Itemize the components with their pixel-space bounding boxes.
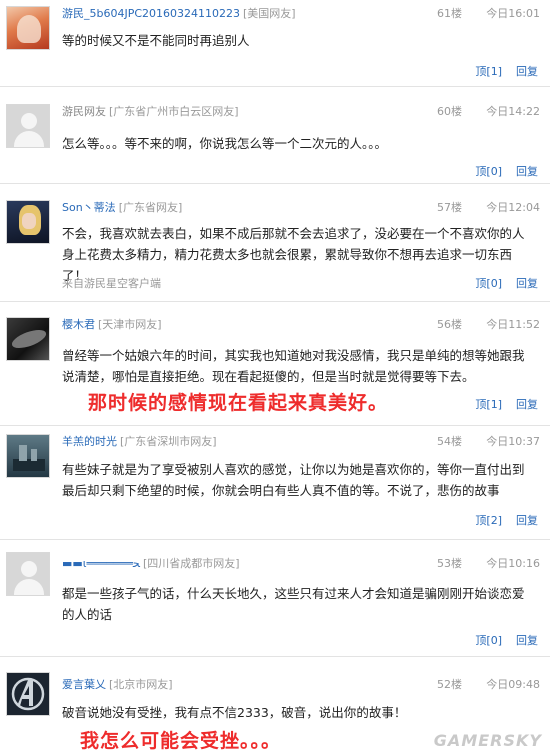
comment-actions: 顶[1] 回复 bbox=[461, 63, 538, 79]
comment-text: 有些妹子就是为了享受被别人喜欢的感觉，让你以为她是喜欢你的，等你一直付出到最后却… bbox=[62, 462, 525, 498]
comment-time: 今日11:52 bbox=[486, 318, 540, 331]
comment-item: 游民_5b604JPC20160324110223 [美国网友] 61楼 今日16… bbox=[0, 0, 550, 87]
floor-number: 53楼 bbox=[437, 557, 462, 570]
username-link[interactable]: 羊羔的时光 bbox=[62, 435, 117, 448]
username-link[interactable]: ▬▬ι═══════ﺤ bbox=[62, 557, 140, 570]
upvote-link[interactable]: 顶[2] bbox=[475, 514, 502, 527]
watermark-logo: GAMERSKY bbox=[433, 731, 542, 750]
avatar[interactable] bbox=[6, 672, 50, 716]
annotation-text: 我怎么可能会受挫。。。 bbox=[80, 730, 282, 752]
floor-number: 60楼 bbox=[437, 105, 462, 118]
floor-number: 57楼 bbox=[437, 201, 462, 214]
username-link[interactable]: 爱言葉乂 bbox=[62, 678, 106, 691]
username-link[interactable]: 游民网友 bbox=[62, 105, 106, 118]
comment-text: 破音说她没有受挫，我有点不信2333，破音，说出你的故事！ bbox=[62, 705, 407, 720]
upvote-link[interactable]: 顶[1] bbox=[475, 65, 502, 78]
floor-number: 52楼 bbox=[437, 678, 462, 691]
avengers-logo-icon bbox=[11, 677, 45, 711]
comment-item: 羊羔的时光 [广东省深圳市网友] 54楼 今日10:37 有些妹子就是为了享受被别… bbox=[0, 428, 550, 540]
floor-number: 56楼 bbox=[437, 318, 462, 331]
avatar[interactable] bbox=[6, 6, 50, 50]
reply-link[interactable]: 回复 bbox=[516, 634, 538, 647]
reply-link[interactable]: 回复 bbox=[516, 514, 538, 527]
comment-text: 等的时候又不是不能同时再追别人 bbox=[62, 33, 250, 48]
comment-time: 今日10:37 bbox=[486, 435, 540, 448]
avatar[interactable] bbox=[6, 104, 50, 148]
comment-item: ▬▬ι═══════ﺤ [四川省成都市网友] 53楼 今日10:16 都是一些孩子… bbox=[0, 546, 550, 657]
avatar[interactable] bbox=[6, 200, 50, 244]
comment-meta: 樱木君 [天津市网友] 56楼 今日11:52 bbox=[62, 317, 540, 333]
comment-time: 今日09:48 bbox=[486, 678, 540, 691]
reply-link[interactable]: 回复 bbox=[516, 65, 538, 78]
user-location: [广东省网友] bbox=[118, 201, 183, 214]
reply-link[interactable]: 回复 bbox=[516, 398, 538, 411]
user-location: [北京市网友] bbox=[109, 678, 173, 691]
comment-item: 樱木君 [天津市网友] 56楼 今日11:52 曾经等一个姑娘六年的时间，其实我也… bbox=[0, 311, 550, 426]
comment-time: 今日10:16 bbox=[486, 557, 540, 570]
annotation-text: 那时候的感情现在看起来真美好。 bbox=[88, 392, 389, 414]
avatar[interactable] bbox=[6, 317, 50, 361]
comment-time: 今日14:22 bbox=[486, 105, 540, 118]
comment-text: 怎么等。。。等不来的啊，你说我怎么等一个二次元的人。。。 bbox=[62, 136, 388, 151]
comment-text: 曾经等一个姑娘六年的时间，其实我也知道她对我没感情，我只是单纯的想等她跟我说清楚… bbox=[62, 348, 525, 384]
upvote-link[interactable]: 顶[1] bbox=[475, 398, 502, 411]
comment-actions: 顶[1] 回复 bbox=[461, 396, 538, 412]
user-location: [四川省成都市网友] bbox=[142, 557, 240, 570]
floor-number: 61楼 bbox=[437, 7, 462, 20]
comment-actions: 顶[0] 回复 bbox=[461, 632, 538, 648]
user-location: [天津市网友] bbox=[98, 318, 162, 331]
user-location: [美国网友] bbox=[243, 7, 296, 20]
comment-time: 今日16:01 bbox=[486, 7, 540, 20]
comment-meta: ▬▬ι═══════ﺤ [四川省成都市网友] 53楼 今日10:16 bbox=[62, 556, 540, 572]
upvote-link[interactable]: 顶[0] bbox=[475, 277, 502, 290]
username-link[interactable]: 樱木君 bbox=[62, 318, 95, 331]
comment-text: 都是一些孩子气的话，什么天长地久，这些只有过来人才会知道是骗刚刚开始谈恋爱的人的… bbox=[62, 586, 525, 622]
username-link[interactable]: 游民_5b604JPC20160324110223 bbox=[62, 7, 240, 20]
comment-actions: 顶[0] 回复 bbox=[461, 275, 538, 291]
upvote-link[interactable]: 顶[0] bbox=[475, 634, 502, 647]
client-source: 来自游民星空客户端 bbox=[62, 277, 161, 290]
comment-meta: 爱言葉乂 [北京市网友] 52楼 今日09:48 bbox=[62, 677, 540, 693]
user-location: [广东省深圳市网友] bbox=[120, 435, 217, 448]
reply-link[interactable]: 回复 bbox=[516, 165, 538, 178]
avatar[interactable] bbox=[6, 434, 50, 478]
avatar[interactable] bbox=[6, 552, 50, 596]
comment-meta: 游民网友 [广东省广州市白云区网友] 60楼 今日14:22 bbox=[62, 104, 540, 120]
reply-link[interactable]: 回复 bbox=[516, 277, 538, 290]
comment-meta: Son丶蒂法 [广东省网友] 57楼 今日12:04 bbox=[62, 200, 540, 216]
comment-time: 今日12:04 bbox=[486, 201, 540, 214]
floor-number: 54楼 bbox=[437, 435, 462, 448]
comment-item: Son丶蒂法 [广东省网友] 57楼 今日12:04 不会，我喜欢就去表白，如果不… bbox=[0, 194, 550, 302]
username-link[interactable]: Son丶蒂法 bbox=[62, 201, 116, 214]
comment-meta: 游民_5b604JPC20160324110223 [美国网友] 61楼 今日16… bbox=[62, 6, 540, 22]
user-location: [广东省广州市白云区网友] bbox=[109, 105, 239, 118]
comment-item: 游民网友 [广东省广州市白云区网友] 60楼 今日14:22 怎么等。。。等不来的… bbox=[0, 98, 550, 184]
comment-actions: 顶[2] 回复 bbox=[461, 512, 538, 528]
comment-meta: 羊羔的时光 [广东省深圳市网友] 54楼 今日10:37 bbox=[62, 434, 540, 450]
comment-actions: 顶[0] 回复 bbox=[461, 163, 538, 179]
upvote-link[interactable]: 顶[0] bbox=[475, 165, 502, 178]
